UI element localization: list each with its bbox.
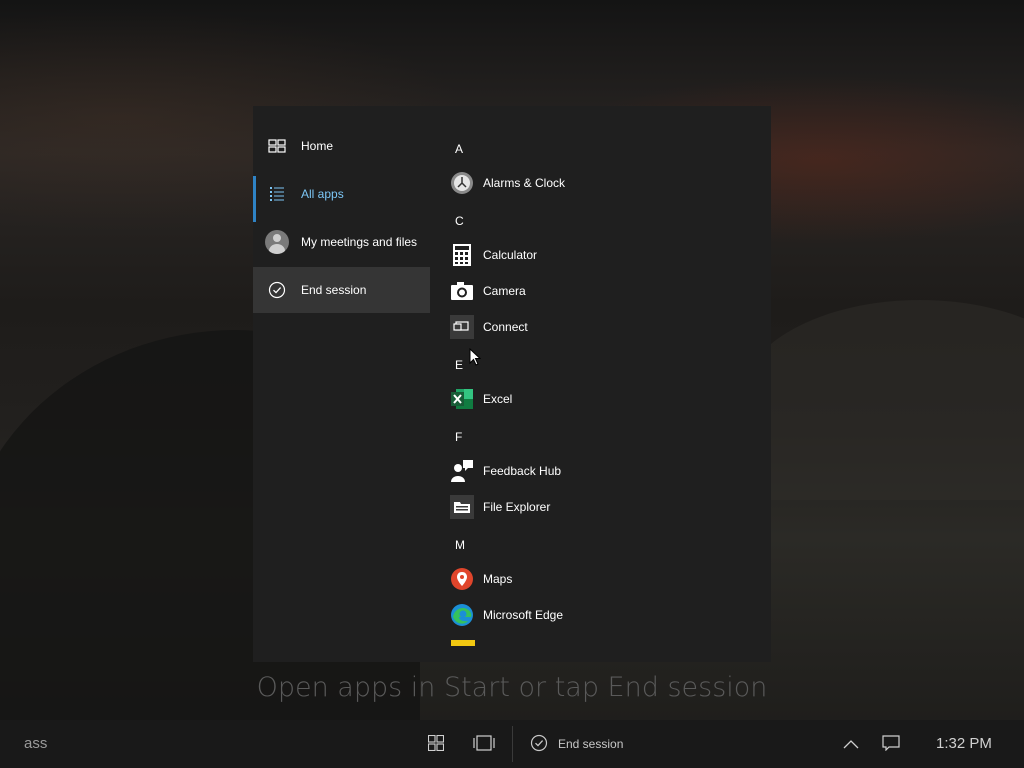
connect-icon xyxy=(449,314,475,340)
start-nav: Home All apps My meetings and files End … xyxy=(253,106,430,662)
show-hidden-icons-button[interactable] xyxy=(840,720,862,768)
nav-meetings-label: My meetings and files xyxy=(301,235,418,249)
excel-icon xyxy=(449,386,475,412)
app-file-explorer[interactable]: File Explorer xyxy=(449,489,749,525)
letter-header-a[interactable]: A xyxy=(455,142,463,156)
nav-end-session[interactable]: End session xyxy=(253,267,430,313)
app-feedback-hub[interactable]: Feedback Hub xyxy=(449,453,749,489)
check-circle-icon xyxy=(530,734,548,755)
letter-header-f[interactable]: F xyxy=(455,430,462,444)
app-label: Connect xyxy=(483,320,528,334)
nav-home-label: Home xyxy=(301,139,334,153)
mouse-cursor-icon xyxy=(469,347,482,371)
nav-all-apps[interactable]: All apps xyxy=(253,171,430,222)
nav-all-apps-label: All apps xyxy=(301,187,344,201)
avatar xyxy=(265,230,289,254)
taskbar-end-session-button[interactable]: End session xyxy=(530,720,623,768)
map-pin-icon xyxy=(449,566,475,592)
nav-end-session-label: End session xyxy=(301,283,367,297)
app-label: Feedback Hub xyxy=(483,464,562,478)
app-label: File Explorer xyxy=(483,500,551,514)
notification-icon xyxy=(882,734,900,754)
check-circle-icon xyxy=(253,281,301,299)
taskbar-separator xyxy=(512,726,513,762)
taskbar-search-text[interactable]: ass xyxy=(24,735,47,752)
nav-meetings-files[interactable]: My meetings and files xyxy=(253,219,430,265)
home-icon xyxy=(253,139,301,153)
letter-header-m[interactable]: M xyxy=(455,538,465,552)
chevron-up-icon xyxy=(843,737,859,752)
app-label: Excel xyxy=(483,392,513,406)
app-camera[interactable]: Camera xyxy=(449,273,749,309)
task-view-button[interactable] xyxy=(470,720,498,768)
taskbar-end-session-label: End session xyxy=(558,737,624,751)
letter-header-c[interactable]: C xyxy=(455,214,464,228)
app-excel[interactable]: Excel xyxy=(449,381,749,417)
next-app-icon-partial xyxy=(451,640,475,646)
start-button[interactable] xyxy=(424,720,448,768)
calculator-icon xyxy=(449,242,475,268)
alarm-clock-icon xyxy=(449,170,475,196)
app-alarms-clock[interactable]: Alarms & Clock xyxy=(449,165,749,201)
windows-icon xyxy=(427,734,445,754)
start-menu: Home All apps My meetings and files End … xyxy=(253,106,771,662)
folder-icon xyxy=(449,494,475,520)
task-view-icon xyxy=(472,734,496,754)
action-center-button[interactable] xyxy=(880,720,902,768)
app-connect[interactable]: Connect xyxy=(449,309,749,345)
app-label: Maps xyxy=(483,572,513,586)
app-label: Alarms & Clock xyxy=(483,176,566,190)
app-label: Calculator xyxy=(483,248,538,262)
letter-header-e[interactable]: E xyxy=(455,358,463,372)
list-icon xyxy=(253,186,301,202)
clock[interactable]: 1:32 PM xyxy=(936,735,992,752)
app-calculator[interactable]: Calculator xyxy=(449,237,749,273)
camera-icon xyxy=(449,278,475,304)
edge-icon xyxy=(449,602,475,628)
taskbar: ass End session 1:32 PM xyxy=(0,720,1024,768)
app-label: Camera xyxy=(483,284,526,298)
app-label: Microsoft Edge xyxy=(483,608,564,622)
feedback-hub-icon xyxy=(449,458,475,484)
nav-home[interactable]: Home xyxy=(253,123,430,169)
session-hint-text: Open apps in Start or tap End session xyxy=(256,672,768,703)
app-maps[interactable]: Maps xyxy=(449,561,749,597)
app-microsoft-edge[interactable]: Microsoft Edge xyxy=(449,597,749,633)
